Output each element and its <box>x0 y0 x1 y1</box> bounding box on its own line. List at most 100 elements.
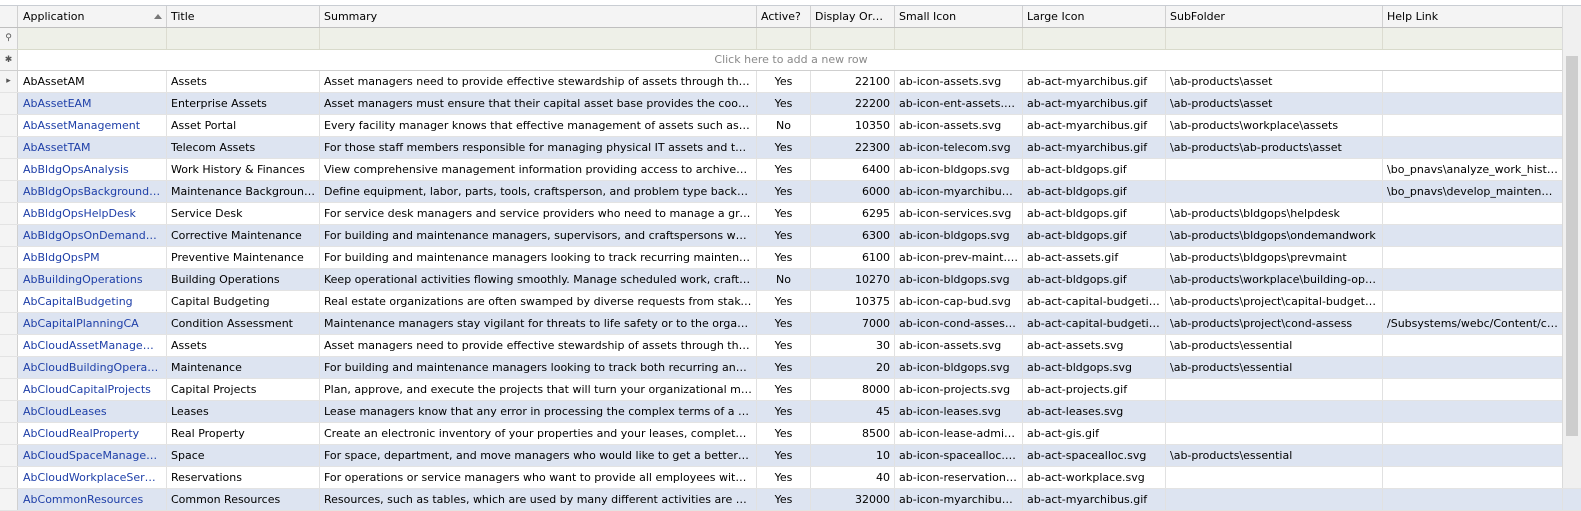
cell-active[interactable]: Yes <box>757 401 811 422</box>
cell-title[interactable]: Condition Assessment <box>167 313 320 334</box>
cell-active[interactable]: Yes <box>757 93 811 114</box>
cell-small_icon[interactable]: ab-icon-telecom.svg <box>895 137 1023 158</box>
row-indicator[interactable] <box>0 335 18 356</box>
cell-title[interactable]: Maintenance Background Data <box>167 181 320 202</box>
table-row[interactable]: AbAssetEAM Enterprise Assets Asset manager… <box>0 93 1581 115</box>
row-indicator[interactable] <box>0 159 18 180</box>
cell-small_icon[interactable]: ab-icon-myarchibus.svg <box>895 489 1023 510</box>
cell-subfolder[interactable] <box>1166 401 1383 422</box>
row-indicator[interactable] <box>0 115 18 136</box>
table-row[interactable]: AbCloudRealProperty Real Property Create a… <box>0 423 1581 445</box>
cell-active[interactable]: Yes <box>757 357 811 378</box>
cell-subfolder[interactable]: \ab-products\ab-products\asset <box>1166 137 1383 158</box>
cell-order[interactable]: 6300 <box>811 225 895 246</box>
cell-order[interactable]: 22300 <box>811 137 895 158</box>
cell-help[interactable] <box>1383 269 1563 290</box>
column-header-large_icon[interactable]: Large Icon <box>1023 6 1166 27</box>
cell-help[interactable] <box>1383 225 1563 246</box>
cell-subfolder[interactable]: \ab-products\workplace\assets <box>1166 115 1383 136</box>
cell-application[interactable]: AbCommonResources <box>19 489 167 510</box>
cell-application[interactable]: AbAssetEAM <box>19 93 167 114</box>
cell-active[interactable]: Yes <box>757 379 811 400</box>
cell-summary[interactable]: For service desk managers and service pr… <box>320 203 757 224</box>
cell-summary[interactable]: For building and maintenance managers lo… <box>320 357 757 378</box>
column-header-help[interactable]: Help Link <box>1383 6 1563 27</box>
cell-summary[interactable]: For those staff members responsible for … <box>320 137 757 158</box>
cell-small_icon[interactable]: ab-icon-projects.svg <box>895 379 1023 400</box>
cell-subfolder[interactable]: \ab-products\bldgops\ondemandwork <box>1166 225 1383 246</box>
cell-active[interactable]: Yes <box>757 291 811 312</box>
cell-active[interactable]: Yes <box>757 71 811 92</box>
cell-subfolder[interactable]: \ab-products\bldgops\prevmaint <box>1166 247 1383 268</box>
row-indicator[interactable] <box>0 203 18 224</box>
filter-cell-summary[interactable] <box>320 28 757 49</box>
cell-active[interactable]: Yes <box>757 423 811 444</box>
cell-active[interactable]: Yes <box>757 137 811 158</box>
cell-subfolder[interactable] <box>1166 423 1383 444</box>
cell-application[interactable]: AbCloudCapitalProjects <box>19 379 167 400</box>
cell-title[interactable]: Capital Budgeting <box>167 291 320 312</box>
cell-small_icon[interactable]: ab-icon-ent-assets.svg <box>895 93 1023 114</box>
cell-title[interactable]: Building Operations <box>167 269 320 290</box>
table-row[interactable]: AbCloudWorkplaceServices Reservations For … <box>0 467 1581 489</box>
table-row[interactable]: AbBuildingOperations Building Operations K… <box>0 269 1581 291</box>
cell-order[interactable]: 6100 <box>811 247 895 268</box>
scrollbar-thumb[interactable] <box>1566 56 1578 436</box>
cell-active[interactable]: Yes <box>757 181 811 202</box>
vertical-scrollbar[interactable] <box>1562 6 1581 488</box>
cell-help[interactable] <box>1383 71 1563 92</box>
cell-small_icon[interactable]: ab-icon-spacealloc.svg <box>895 445 1023 466</box>
cell-small_icon[interactable]: ab-icon-reservations.svg <box>895 467 1023 488</box>
cell-subfolder[interactable]: \ab-products\essential <box>1166 357 1383 378</box>
cell-summary[interactable]: Asset managers need to provide effective… <box>320 335 757 356</box>
cell-large_icon[interactable]: ab-act-capital-budgeting.gif <box>1023 313 1166 334</box>
cell-summary[interactable]: For building and maintenance managers lo… <box>320 247 757 268</box>
cell-large_icon[interactable]: ab-act-leases.svg <box>1023 401 1166 422</box>
cell-application[interactable]: AbCloudBuildingOperations <box>19 357 167 378</box>
cell-application[interactable]: AbAssetAM <box>19 71 167 92</box>
filter-cell-large_icon[interactable] <box>1023 28 1166 49</box>
row-indicator[interactable] <box>0 423 18 444</box>
cell-order[interactable]: 6400 <box>811 159 895 180</box>
current-row-arrow-icon[interactable]: ▸ <box>0 71 18 92</box>
row-indicator[interactable] <box>0 247 18 268</box>
cell-small_icon[interactable]: ab-icon-leases.svg <box>895 401 1023 422</box>
cell-title[interactable]: Maintenance <box>167 357 320 378</box>
table-row[interactable]: AbCloudCapitalProjects Capital Projects Pl… <box>0 379 1581 401</box>
table-row[interactable]: AbCloudBuildingOperations Maintenance For … <box>0 357 1581 379</box>
column-header-subfolder[interactable]: SubFolder <box>1166 6 1383 27</box>
new-row-placeholder[interactable]: Click here to add a new row <box>19 50 1563 70</box>
cell-order[interactable]: 40 <box>811 467 895 488</box>
column-header-title[interactable]: Title <box>167 6 320 27</box>
cell-active[interactable]: No <box>757 269 811 290</box>
column-header-summary[interactable]: Summary <box>320 6 757 27</box>
table-row[interactable]: AbCloudSpaceManagement Space For space, de… <box>0 445 1581 467</box>
cell-subfolder[interactable]: \ab-products\essential <box>1166 335 1383 356</box>
cell-large_icon[interactable]: ab-act-capital-budgeting.gif <box>1023 291 1166 312</box>
cell-subfolder[interactable]: \ab-products\project\capital-budgeting <box>1166 291 1383 312</box>
cell-help[interactable] <box>1383 291 1563 312</box>
table-row[interactable]: AbBldgOpsOnDemandWork Corrective Maintena… <box>0 225 1581 247</box>
cell-large_icon[interactable]: ab-act-myarchibus.gif <box>1023 115 1166 136</box>
row-indicator[interactable] <box>0 379 18 400</box>
table-row[interactable]: AbCommonResources Common Resources Resourc… <box>0 489 1581 511</box>
row-indicator[interactable] <box>0 401 18 422</box>
cell-title[interactable]: Common Resources <box>167 489 320 510</box>
cell-small_icon[interactable]: ab-icon-cap-bud.svg <box>895 291 1023 312</box>
cell-order[interactable]: 30 <box>811 335 895 356</box>
cell-application[interactable]: AbCloudAssetManagement <box>19 335 167 356</box>
cell-large_icon[interactable]: ab-act-myarchibus.gif <box>1023 93 1166 114</box>
cell-application[interactable]: AbAssetManagement <box>19 115 167 136</box>
cell-title[interactable]: Assets <box>167 335 320 356</box>
cell-active[interactable]: Yes <box>757 489 811 510</box>
cell-application[interactable]: AbAssetTAM <box>19 137 167 158</box>
cell-help[interactable] <box>1383 137 1563 158</box>
table-row[interactable]: AbAssetManagement Asset Portal Every facil… <box>0 115 1581 137</box>
cell-large_icon[interactable]: ab-act-bldgops.gif <box>1023 225 1166 246</box>
cell-active[interactable]: Yes <box>757 335 811 356</box>
cell-title[interactable]: Preventive Maintenance <box>167 247 320 268</box>
row-indicator[interactable] <box>0 357 18 378</box>
cell-large_icon[interactable]: ab-act-myarchibus.gif <box>1023 137 1166 158</box>
cell-order[interactable]: 45 <box>811 401 895 422</box>
cell-large_icon[interactable]: ab-act-workplace.svg <box>1023 467 1166 488</box>
